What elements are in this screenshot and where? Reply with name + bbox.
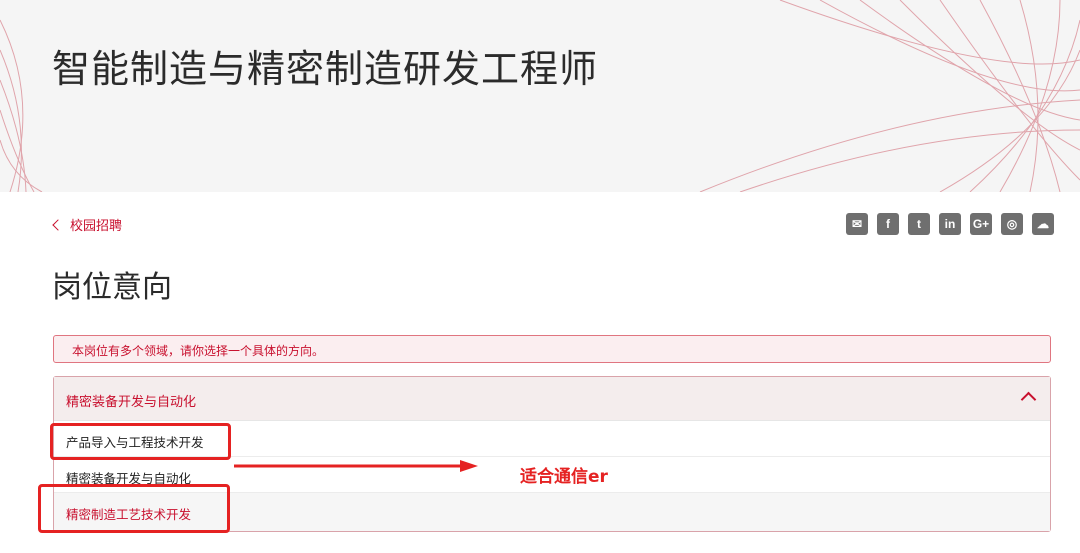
wechat-icon[interactable]: ☁ [1032, 213, 1054, 235]
notice-banner: 本岗位有多个领域，请你选择一个具体的方向。 [53, 335, 1051, 363]
highlight-box [38, 484, 230, 533]
googleplus-icon[interactable]: G+ [970, 213, 992, 235]
linkedin-icon[interactable]: in [939, 213, 961, 235]
hero-banner: 智能制造与精密制造研发工程师 [0, 0, 1080, 192]
annotation-text: 适合通信er [520, 467, 608, 487]
chevron-up-icon[interactable] [1020, 391, 1037, 408]
page-title: 智能制造与精密制造研发工程师 [52, 47, 599, 91]
weibo-icon[interactable]: ◎ [1001, 213, 1023, 235]
notice-text: 本岗位有多个领域，请你选择一个具体的方向。 [72, 344, 325, 358]
email-icon[interactable]: ✉ [846, 213, 868, 235]
dropdown-selected[interactable]: 精密装备开发与自动化 [54, 377, 1050, 421]
decorative-lines [0, 0, 1080, 192]
facebook-icon[interactable]: f [877, 213, 899, 235]
dropdown-selected-label: 精密装备开发与自动化 [66, 395, 197, 410]
chevron-left-icon [52, 218, 64, 231]
back-link-label: 校园招聘 [70, 219, 123, 234]
twitter-icon[interactable]: t [908, 213, 930, 235]
annotation-arrow [234, 460, 478, 472]
back-link[interactable]: 校园招聘 [52, 215, 123, 234]
share-bar: ✉ f t in G+ ◎ ☁ [846, 213, 1054, 235]
highlight-box [50, 423, 231, 460]
section-title: 岗位意向 [52, 270, 172, 305]
